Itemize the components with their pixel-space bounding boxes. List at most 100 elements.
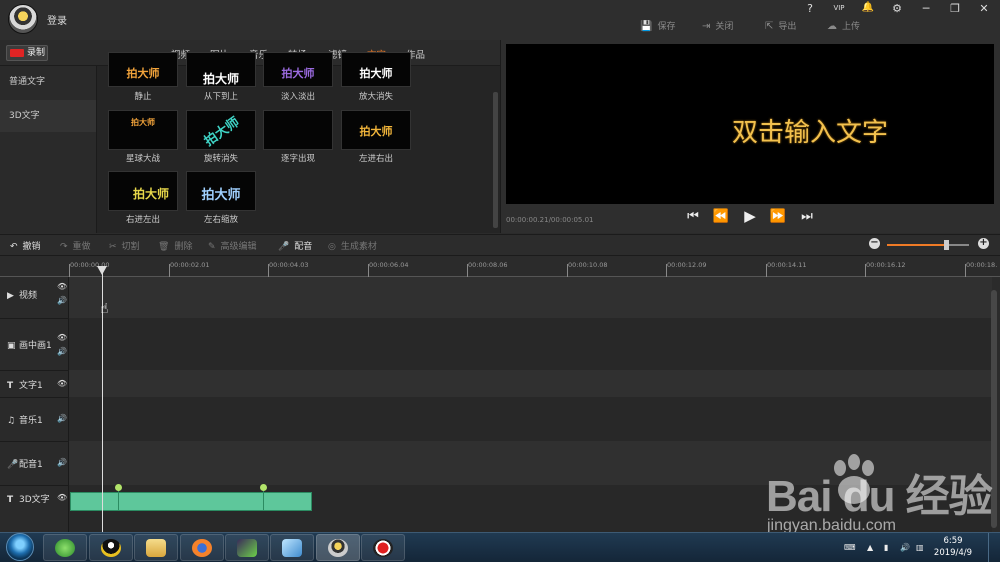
- effect-thumb[interactable]: 拍大师: [263, 52, 333, 87]
- speaker-icon[interactable]: 🔊: [57, 458, 67, 467]
- bell-icon[interactable]: 🔔: [859, 2, 877, 13]
- battery-icon[interactable]: ▮: [884, 543, 888, 552]
- eye-icon[interactable]: 👁: [57, 379, 67, 388]
- close-project-label: 关闭: [715, 22, 734, 32]
- track-divider: [0, 370, 69, 371]
- zoom-in-button[interactable]: +: [978, 238, 989, 249]
- cut-button[interactable]: ✂ 切割: [109, 239, 140, 252]
- save-icon: 💾: [640, 21, 653, 32]
- ruler-corner: [0, 257, 69, 277]
- export-button[interactable]: ⇱ 导出: [765, 19, 796, 32]
- taskbar-app-viewer[interactable]: [270, 534, 314, 561]
- major-tick: [567, 264, 568, 277]
- speaker-icon[interactable]: 🔊: [57, 347, 67, 356]
- taskbar-app-player[interactable]: [225, 534, 269, 561]
- delete-button[interactable]: 🗑 删除: [158, 239, 192, 252]
- show-desktop-button[interactable]: [988, 533, 1000, 562]
- taskbar-app-explorer[interactable]: [134, 534, 178, 561]
- keyframe-handle[interactable]: [260, 484, 267, 491]
- effect-thumb[interactable]: [263, 110, 333, 150]
- track-music[interactable]: [69, 397, 992, 441]
- minimize-button[interactable]: ─: [917, 2, 935, 15]
- keyboard-icon[interactable]: ⌨: [844, 543, 856, 552]
- save-button[interactable]: 💾 保存: [640, 19, 675, 32]
- generate-asset-button[interactable]: ◎ 生成素材: [328, 239, 377, 252]
- music-track-icon: ♫: [7, 416, 16, 426]
- gear-icon[interactable]: ⚙: [888, 2, 906, 15]
- effect-thumb-text: 拍大师: [132, 187, 169, 201]
- track-pip[interactable]: [69, 318, 992, 370]
- undo-button[interactable]: ↶ 撤销: [10, 239, 41, 252]
- effect-thumb[interactable]: 拍大师: [108, 171, 178, 211]
- track-label-text: 3D文字: [19, 495, 50, 505]
- speaker-icon[interactable]: 🔊: [57, 414, 67, 423]
- microphone-track-icon: 🎤: [7, 460, 19, 470]
- track-divider: [0, 318, 69, 319]
- taskbar-app-qq[interactable]: [89, 534, 133, 561]
- prev-frame-button[interactable]: ⏪: [712, 209, 730, 224]
- speaker-icon[interactable]: 🔊: [57, 296, 67, 305]
- effect-thumb[interactable]: 拍大师: [341, 52, 411, 87]
- skip-start-button[interactable]: ⏮: [684, 209, 702, 224]
- folder-icon: [146, 539, 166, 557]
- trash-icon: 🗑: [158, 242, 170, 252]
- effect-thumb[interactable]: 拍大师: [186, 52, 256, 87]
- close-project-button[interactable]: ⇥ 关闭: [702, 19, 733, 32]
- advanced-edit-button[interactable]: ✎ 高级编辑: [208, 239, 257, 252]
- effect-thumb-text: 拍大师: [359, 67, 393, 80]
- tick-label: 00:00:02.01: [170, 261, 210, 269]
- taskbar-app-paidashi[interactable]: [316, 534, 360, 561]
- track-label-3d-text: T 3D文字: [7, 492, 50, 505]
- login-link[interactable]: 登录: [47, 12, 67, 27]
- track-text[interactable]: [69, 370, 992, 397]
- effect-thumb[interactable]: 拍大师: [186, 171, 256, 211]
- redo-button[interactable]: ↷ 重做: [60, 239, 91, 252]
- record-button[interactable]: 录制: [6, 45, 48, 61]
- taskbar-app-browser[interactable]: [43, 534, 87, 561]
- skip-end-button[interactable]: ⏭: [798, 209, 816, 224]
- network-icon[interactable]: ▥: [916, 543, 924, 552]
- start-button[interactable]: [6, 533, 34, 561]
- effect-thumb[interactable]: 拍大师: [108, 52, 178, 87]
- taskbar-app-firefox[interactable]: [180, 534, 224, 561]
- effect-thumb[interactable]: 拍大师: [186, 110, 256, 150]
- help-button[interactable]: ?: [801, 2, 819, 15]
- zoom-slider-handle[interactable]: [944, 240, 949, 250]
- track-label-text1: T 文字1: [7, 378, 43, 391]
- playhead-handle[interactable]: [97, 266, 107, 275]
- dub-button[interactable]: 🎤 配音: [278, 239, 312, 252]
- next-frame-button[interactable]: ⏩: [769, 209, 787, 224]
- effect-thumb[interactable]: 拍大师: [341, 110, 411, 150]
- 3d-text-clip[interactable]: [70, 492, 312, 511]
- zoom-out-button[interactable]: −: [869, 238, 880, 249]
- system-clock[interactable]: 6:59 2019/4/9: [930, 535, 976, 559]
- track-label-text: 配音1: [19, 460, 43, 470]
- track-label-video: ▶ 视频: [7, 288, 37, 301]
- play-button[interactable]: ▶: [741, 207, 759, 225]
- photo-viewer-icon: [282, 539, 302, 557]
- keyframe-handle[interactable]: [115, 484, 122, 491]
- tray-arrow-icon[interactable]: ▲: [867, 543, 873, 552]
- preview-caption[interactable]: 双击输入文字: [732, 112, 890, 149]
- eye-icon[interactable]: 👁: [57, 493, 67, 502]
- upload-button[interactable]: ☁ 上传: [827, 19, 860, 32]
- app-logo: [8, 4, 38, 34]
- eye-icon[interactable]: 👁: [57, 282, 67, 291]
- keyframe-line: [118, 490, 119, 511]
- pencil-icon: ✎: [208, 242, 216, 252]
- effect-thumb-text: 拍大师: [359, 125, 393, 138]
- close-window-button[interactable]: ✕: [975, 2, 993, 15]
- category-3d-text[interactable]: 3D文字: [0, 100, 96, 132]
- effect-label: 静止: [134, 92, 152, 102]
- restore-button[interactable]: ❐: [946, 2, 964, 15]
- category-plain-text[interactable]: 普通文字: [0, 66, 96, 98]
- effect-thumb[interactable]: 拍大师: [108, 110, 178, 150]
- volume-icon[interactable]: 🔊: [900, 543, 910, 552]
- effects-scrollbar[interactable]: [493, 92, 498, 228]
- vip-icon[interactable]: VIP: [830, 4, 848, 12]
- track-video[interactable]: [69, 277, 992, 318]
- eye-icon[interactable]: 👁: [57, 333, 67, 342]
- tick-label: 00:00:14.11: [767, 261, 807, 269]
- track-divider: [0, 441, 69, 442]
- taskbar-app-recorder[interactable]: [361, 534, 405, 561]
